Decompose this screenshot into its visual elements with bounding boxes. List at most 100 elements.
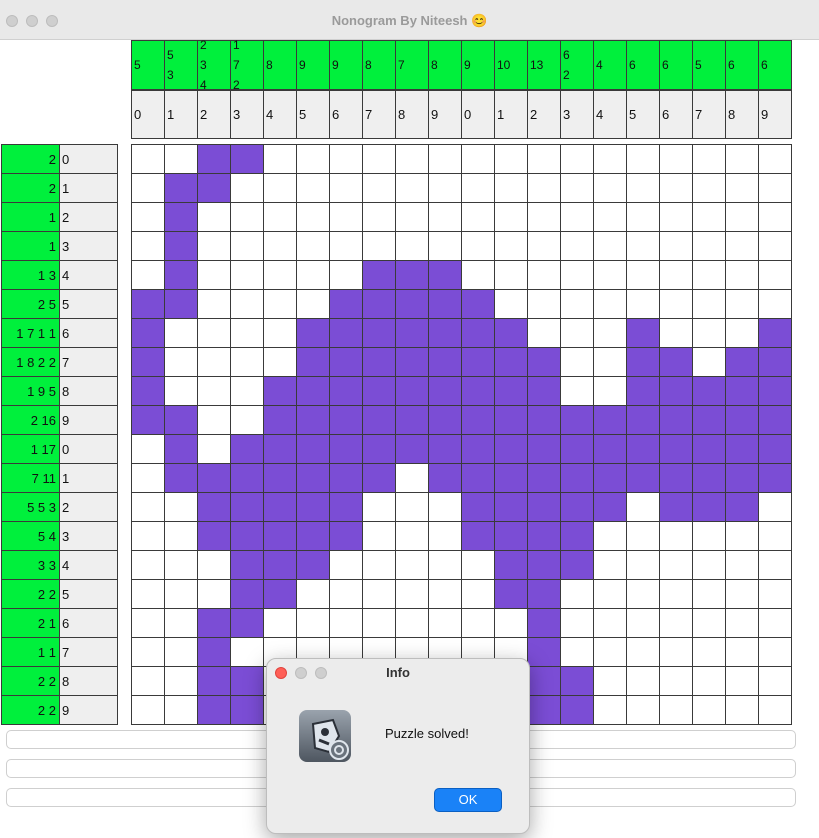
grid-cell-empty[interactable]	[296, 579, 330, 609]
grid-cell-filled[interactable]	[164, 434, 198, 464]
grid-cell-filled[interactable]	[329, 318, 363, 348]
grid-cell-empty[interactable]	[461, 260, 495, 290]
grid-cell-empty[interactable]	[725, 144, 759, 174]
grid-cell-empty[interactable]	[593, 376, 627, 406]
grid-cell-empty[interactable]	[659, 637, 693, 667]
grid-cell-empty[interactable]	[296, 173, 330, 203]
grid-cell-empty[interactable]	[164, 550, 198, 580]
grid-cell-empty[interactable]	[230, 173, 264, 203]
grid-cell-filled[interactable]	[527, 376, 561, 406]
grid-cell-empty[interactable]	[626, 695, 660, 725]
grid-cell-filled[interactable]	[494, 463, 528, 493]
grid-cell-empty[interactable]	[494, 144, 528, 174]
grid-cell-filled[interactable]	[560, 463, 594, 493]
grid-cell-filled[interactable]	[362, 260, 396, 290]
grid-cell-empty[interactable]	[230, 376, 264, 406]
grid-cell-filled[interactable]	[560, 405, 594, 435]
grid-cell-empty[interactable]	[593, 173, 627, 203]
grid-cell-empty[interactable]	[395, 463, 429, 493]
grid-cell-empty[interactable]	[197, 202, 231, 232]
grid-cell-empty[interactable]	[626, 492, 660, 522]
grid-cell-empty[interactable]	[560, 608, 594, 638]
grid-cell-empty[interactable]	[659, 202, 693, 232]
grid-cell-empty[interactable]	[593, 289, 627, 319]
grid-cell-filled[interactable]	[626, 434, 660, 464]
grid-cell-empty[interactable]	[131, 463, 165, 493]
grid-cell-empty[interactable]	[527, 144, 561, 174]
grid-cell-empty[interactable]	[626, 608, 660, 638]
grid-cell-filled[interactable]	[461, 463, 495, 493]
grid-cell-filled[interactable]	[428, 260, 462, 290]
grid-cell-empty[interactable]	[725, 637, 759, 667]
grid-cell-filled[interactable]	[131, 405, 165, 435]
grid-cell-filled[interactable]	[230, 434, 264, 464]
grid-cell-empty[interactable]	[659, 695, 693, 725]
grid-cell-filled[interactable]	[725, 376, 759, 406]
grid-cell-filled[interactable]	[593, 463, 627, 493]
grid-cell-empty[interactable]	[560, 579, 594, 609]
grid-cell-filled[interactable]	[428, 376, 462, 406]
grid-cell-empty[interactable]	[263, 260, 297, 290]
grid-cell-empty[interactable]	[692, 347, 726, 377]
grid-cell-filled[interactable]	[230, 144, 264, 174]
grid-cell-filled[interactable]	[758, 318, 792, 348]
grid-cell-empty[interactable]	[758, 289, 792, 319]
grid-cell-empty[interactable]	[263, 608, 297, 638]
grid-cell-filled[interactable]	[296, 463, 330, 493]
grid-cell-filled[interactable]	[461, 492, 495, 522]
grid-cell-empty[interactable]	[164, 492, 198, 522]
grid-cell-empty[interactable]	[758, 695, 792, 725]
grid-cell-filled[interactable]	[659, 434, 693, 464]
grid-cell-empty[interactable]	[428, 521, 462, 551]
grid-cell-empty[interactable]	[131, 260, 165, 290]
grid-cell-empty[interactable]	[230, 405, 264, 435]
grid-cell-empty[interactable]	[527, 231, 561, 261]
grid-cell-empty[interactable]	[197, 376, 231, 406]
grid-cell-empty[interactable]	[725, 666, 759, 696]
ok-button[interactable]: OK	[434, 788, 502, 812]
grid-cell-empty[interactable]	[494, 173, 528, 203]
grid-cell-empty[interactable]	[461, 550, 495, 580]
grid-cell-empty[interactable]	[692, 318, 726, 348]
grid-cell-empty[interactable]	[527, 289, 561, 319]
grid-cell-filled[interactable]	[329, 521, 363, 551]
grid-cell-empty[interactable]	[725, 260, 759, 290]
grid-cell-empty[interactable]	[659, 173, 693, 203]
grid-cell-empty[interactable]	[494, 231, 528, 261]
grid-cell-empty[interactable]	[131, 144, 165, 174]
grid-cell-empty[interactable]	[362, 173, 396, 203]
grid-cell-filled[interactable]	[329, 347, 363, 377]
grid-cell-empty[interactable]	[725, 231, 759, 261]
grid-cell-empty[interactable]	[131, 173, 165, 203]
grid-cell-empty[interactable]	[230, 347, 264, 377]
grid-cell-filled[interactable]	[263, 405, 297, 435]
grid-cell-empty[interactable]	[197, 260, 231, 290]
grid-cell-filled[interactable]	[527, 521, 561, 551]
grid-cell-filled[interactable]	[692, 434, 726, 464]
grid-cell-filled[interactable]	[296, 376, 330, 406]
grid-cell-empty[interactable]	[164, 144, 198, 174]
grid-cell-filled[interactable]	[362, 318, 396, 348]
grid-cell-empty[interactable]	[659, 521, 693, 551]
grid-cell-empty[interactable]	[527, 260, 561, 290]
grid-cell-empty[interactable]	[362, 608, 396, 638]
grid-cell-empty[interactable]	[593, 260, 627, 290]
grid-cell-empty[interactable]	[659, 579, 693, 609]
grid-cell-filled[interactable]	[725, 347, 759, 377]
grid-cell-empty[interactable]	[494, 289, 528, 319]
grid-cell-empty[interactable]	[725, 289, 759, 319]
grid-cell-filled[interactable]	[527, 405, 561, 435]
grid-cell-empty[interactable]	[659, 550, 693, 580]
grid-cell-empty[interactable]	[560, 144, 594, 174]
grid-cell-filled[interactable]	[461, 318, 495, 348]
grid-cell-empty[interactable]	[131, 608, 165, 638]
grid-cell-empty[interactable]	[164, 318, 198, 348]
grid-cell-empty[interactable]	[659, 144, 693, 174]
grid-cell-empty[interactable]	[593, 579, 627, 609]
grid-cell-empty[interactable]	[329, 608, 363, 638]
grid-cell-empty[interactable]	[428, 231, 462, 261]
grid-cell-empty[interactable]	[758, 231, 792, 261]
grid-cell-filled[interactable]	[395, 434, 429, 464]
grid-cell-empty[interactable]	[263, 318, 297, 348]
grid-cell-filled[interactable]	[329, 463, 363, 493]
